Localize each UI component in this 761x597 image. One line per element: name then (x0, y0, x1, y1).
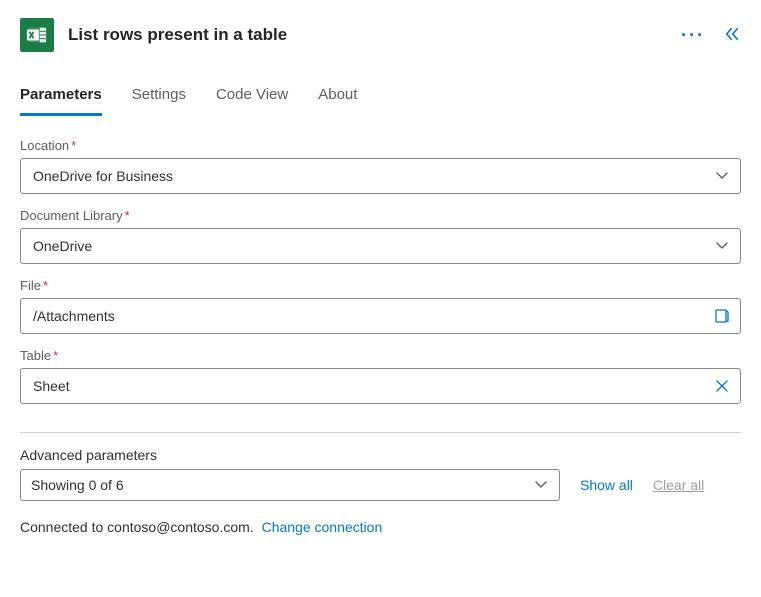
change-connection-link[interactable]: Change connection (262, 519, 383, 535)
tab-parameters[interactable]: Parameters (20, 80, 102, 116)
tab-settings[interactable]: Settings (132, 80, 186, 116)
folder-picker-icon[interactable] (704, 308, 740, 324)
location-value: OneDrive for Business (21, 168, 704, 184)
library-value: OneDrive (21, 238, 704, 254)
table-label: Table* (20, 348, 741, 363)
tab-bar: Parameters Settings Code View About (20, 80, 741, 116)
field-file: File* /Attachments (20, 278, 741, 334)
chevron-down-icon[interactable] (704, 170, 740, 182)
file-label: File* (20, 278, 741, 293)
library-label-text: Document Library (20, 208, 123, 223)
card-title: List rows present in a table (68, 25, 667, 45)
advanced-dropdown[interactable]: Showing 0 of 6 (20, 469, 560, 501)
advanced-row: Showing 0 of 6 Show all Clear all (20, 469, 741, 501)
header-actions: ··· (681, 25, 741, 46)
required-marker: * (125, 208, 130, 223)
more-menu-icon[interactable]: ··· (681, 25, 705, 46)
required-marker: * (71, 138, 76, 153)
library-dropdown[interactable]: OneDrive (20, 228, 741, 264)
required-marker: * (53, 348, 58, 363)
collapse-icon[interactable] (723, 25, 741, 46)
field-library: Document Library* OneDrive (20, 208, 741, 264)
advanced-label: Advanced parameters (20, 447, 741, 463)
table-label-text: Table (20, 348, 51, 363)
show-all-link[interactable]: Show all (580, 477, 633, 493)
excel-icon (20, 18, 54, 52)
file-value: /Attachments (21, 308, 704, 324)
divider (20, 432, 741, 433)
connected-prefix: Connected to (20, 519, 107, 535)
connection-footer: Connected to contoso@contoso.com. Change… (20, 519, 741, 535)
clear-all-link: Clear all (653, 477, 704, 493)
table-input[interactable]: Sheet (20, 368, 741, 404)
advanced-summary: Showing 0 of 6 (21, 477, 523, 493)
tab-about[interactable]: About (318, 80, 357, 116)
library-label: Document Library* (20, 208, 741, 223)
file-input[interactable]: /Attachments (20, 298, 741, 334)
table-value: Sheet (21, 378, 704, 394)
file-label-text: File (20, 278, 41, 293)
location-label: Location* (20, 138, 741, 153)
chevron-down-icon[interactable] (704, 240, 740, 252)
tab-code-view[interactable]: Code View (216, 80, 288, 116)
chevron-down-icon[interactable] (523, 479, 559, 491)
field-table: Table* Sheet (20, 348, 741, 404)
card-header: List rows present in a table ··· (20, 18, 741, 52)
field-location: Location* OneDrive for Business (20, 138, 741, 194)
location-dropdown[interactable]: OneDrive for Business (20, 158, 741, 194)
clear-icon[interactable] (704, 379, 740, 393)
location-label-text: Location (20, 138, 69, 153)
required-marker: * (43, 278, 48, 293)
connected-account: contoso@contoso.com. (107, 519, 254, 535)
